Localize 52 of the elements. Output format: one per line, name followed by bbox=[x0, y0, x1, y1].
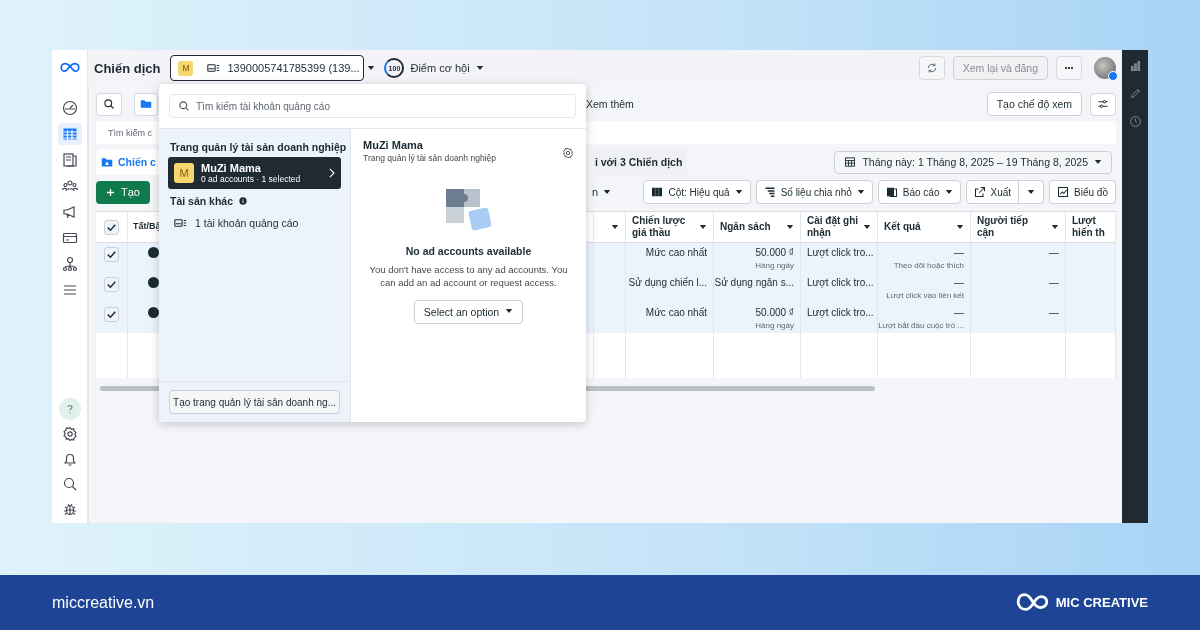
table-cell: Sử dụng ngân s... bbox=[714, 277, 794, 288]
chart-button[interactable]: Biểu đồ bbox=[1049, 180, 1116, 204]
account-search-field[interactable]: Tìm kiếm tài khoản quảng cáo bbox=[169, 94, 576, 118]
column-header[interactable]: Người tiếp cận bbox=[977, 214, 1047, 240]
table-cell: — bbox=[1049, 247, 1059, 258]
column-header[interactable]: Cài đặt ghi nhận bbox=[807, 214, 859, 240]
asset-item[interactable]: 1 tài khoản quảng cáo bbox=[159, 211, 350, 235]
toolbar-dropdown[interactable]: Cột: Hiệu quả bbox=[643, 180, 751, 204]
table-cell: — bbox=[1049, 307, 1059, 318]
section-title: Tài sản khác bbox=[170, 195, 234, 207]
table-cell: — bbox=[954, 247, 964, 258]
dropdown-button[interactable]: n bbox=[591, 186, 599, 198]
campaign-tab[interactable]: i với 3 Chiến dịch bbox=[592, 149, 688, 175]
table-cell: Lượt click tro... bbox=[807, 277, 874, 288]
table-cell: Mức cao nhất bbox=[645, 307, 707, 318]
business-subtitle: Trang quản lý tài sản doanh nghiệp bbox=[363, 153, 496, 163]
empty-title: No ad accounts available bbox=[405, 245, 532, 257]
column-header[interactable]: Ngân sách bbox=[720, 220, 771, 234]
table-cell: — bbox=[954, 277, 964, 288]
column-header[interactable]: Lượt hiển th bbox=[1072, 214, 1109, 240]
business-item[interactable]: M MuZi Mama 0 ad accounts · 1 selected bbox=[168, 157, 341, 189]
table-cell: — bbox=[954, 307, 964, 318]
create-view-button[interactable]: Tạo chế độ xem bbox=[986, 92, 1082, 116]
toolbar-dropdown[interactable]: Báo cáo bbox=[877, 180, 961, 204]
business-badge: M bbox=[178, 60, 194, 76]
brand-name: MIC CREATIVE bbox=[1055, 595, 1148, 610]
cell-note: Lượt bắt đầu cuộc trò ... bbox=[878, 321, 964, 330]
table-cell: 50.000 ₫ bbox=[755, 247, 794, 258]
date-range-button[interactable]: Tháng này: 1 Tháng 8, 2025 – 19 Tháng 8, 2025 bbox=[834, 150, 1112, 174]
page-title: Chiến dịch bbox=[94, 60, 161, 76]
cell-note: Hàng ngày bbox=[755, 261, 794, 270]
website-url[interactable]: miccreative.vn bbox=[52, 593, 155, 612]
table-cell: Lượt click tro... bbox=[807, 247, 874, 258]
table-cell: Lượt click tro... bbox=[807, 307, 874, 318]
empty-message: You don't have access to any ad accounts. You can add an ad account or request access. bbox=[368, 263, 569, 290]
select-option-dropdown[interactable]: Select an option bbox=[413, 299, 524, 324]
column-header[interactable]: Chiến lược giá thầu bbox=[632, 214, 695, 240]
table-cell: 50.000 ₫ bbox=[755, 307, 794, 318]
column-header[interactable]: Kết quả bbox=[884, 220, 921, 234]
create-button[interactable]: Tạo bbox=[96, 180, 150, 204]
export-button[interactable]: Xuất bbox=[965, 180, 1020, 204]
table-cell: — bbox=[1049, 277, 1059, 288]
cell-note: Hàng ngày bbox=[755, 321, 794, 330]
cell-note: Theo dõi hoặc thích bbox=[893, 261, 964, 270]
section-title: Trang quản lý tài sản doanh nghiệp bbox=[170, 141, 347, 153]
campaign-tab[interactable]: Chiến c bbox=[96, 149, 161, 175]
toolbar-dropdown[interactable]: Số liệu chia nhỏ bbox=[755, 180, 873, 204]
table-cell: Mức cao nhất bbox=[645, 247, 707, 258]
see-more-link[interactable]: Xem thêm bbox=[586, 98, 634, 110]
create-business-button[interactable]: Tạo trang quản lý tài sản doanh ng... bbox=[169, 390, 340, 414]
table-cell: Sử dụng chiến l... bbox=[628, 277, 707, 288]
cell-note: Lượt click vào liên kết bbox=[886, 291, 964, 300]
